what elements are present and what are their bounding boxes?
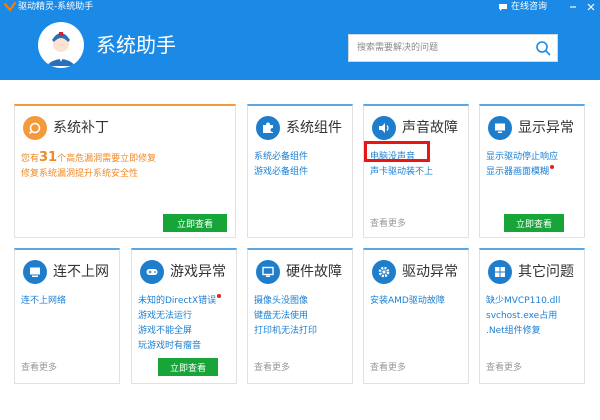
card-title: 驱动异常 [402, 264, 458, 280]
link-directx-error[interactable]: 未知的DirectX错误 [138, 294, 243, 309]
link-amd-driver-fault[interactable]: 安装AMD驱动故障 [370, 294, 475, 309]
card-driver-abnormal: 驱动异常 安装AMD驱动故障 查看更多 [363, 248, 469, 384]
doctor-avatar [38, 22, 84, 68]
online-consult-button[interactable]: 在线咨询 [498, 1, 547, 13]
driver-icon-wrap [372, 260, 396, 284]
patch-description: 您有31个高危漏洞需要立即修复 修复系统漏洞提升系统安全性 [21, 150, 231, 182]
link-printer-fault[interactable]: 打印机无法打印 [254, 324, 359, 339]
display-view-button[interactable]: 立即查看 [504, 214, 564, 232]
display-icon-wrap [488, 116, 512, 140]
card-title: 显示异常 [518, 120, 574, 136]
hardware-view-more[interactable]: 查看更多 [254, 362, 290, 374]
patch-icon-wrap [23, 116, 47, 140]
sound-view-more[interactable]: 查看更多 [370, 218, 406, 230]
patch-desc-line1: 您有31个高危漏洞需要立即修复 [21, 150, 231, 167]
game-links: 未知的DirectX错误 游戏无法运行 游戏不能全屏 玩游戏时有瘤音 [138, 294, 243, 354]
network-view-more[interactable]: 查看更多 [21, 362, 57, 374]
patch-view-button[interactable]: 立即查看 [163, 214, 227, 232]
link-directx-error-label: 未知的DirectX错误 [138, 296, 217, 306]
other-icon-wrap [488, 260, 512, 284]
card-title: 连不上网 [53, 264, 109, 280]
components-icon-wrap [256, 116, 280, 140]
computer-icon [30, 267, 40, 277]
title-bar: 驱动精灵-系统助手 在线咨询 [0, 0, 600, 14]
link-keyboard-fault[interactable]: 键盘无法使用 [254, 309, 359, 324]
link-dotnet-repair[interactable]: .Net组件修复 [486, 324, 591, 339]
gamepad-icon [146, 269, 158, 275]
desc-suffix: 个高危漏洞需要立即修复 [57, 154, 157, 164]
monitor-icon [495, 123, 505, 133]
card-title: 硬件故障 [286, 264, 342, 280]
search-input[interactable] [349, 35, 527, 61]
hardware-monitor-icon [262, 266, 274, 277]
network-links: 连不上网络 [21, 294, 126, 309]
link-missing-mvcp110[interactable]: 缺少MVCP110.dll [486, 294, 591, 309]
link-blurry-screen-label: 显示器画面模糊 [486, 167, 550, 177]
link-game-cannot-run[interactable]: 游戏无法运行 [138, 309, 243, 324]
patch-desc-line2: 修复系统漏洞提升系统安全性 [21, 169, 139, 179]
puzzle-icon [263, 122, 273, 133]
card-sound-fault: 声音故障 电脑没声音 声卡驱动装不上 查看更多 [363, 104, 469, 238]
new-dot-icon [550, 165, 555, 169]
app-logo-icon [4, 2, 16, 12]
window-title: 驱动精灵-系统助手 [18, 2, 94, 12]
link-game-components[interactable]: 游戏必备组件 [254, 165, 359, 180]
link-svchost-usage[interactable]: svchost.exe占用 [486, 309, 591, 324]
card-hardware-fault: 硬件故障 摄像头没图像 键盘无法使用 打印机无法打印 查看更多 [247, 248, 353, 384]
close-icon[interactable] [584, 0, 598, 14]
other-view-more[interactable]: 查看更多 [486, 362, 522, 374]
link-blurry-screen[interactable]: 显示器画面模糊 [486, 165, 591, 180]
driver-view-more[interactable]: 查看更多 [370, 362, 406, 374]
search-box [348, 34, 558, 62]
card-no-network: 连不上网 连不上网络 查看更多 [14, 248, 120, 384]
card-title: 其它问题 [518, 264, 574, 280]
game-icon-wrap [140, 260, 164, 284]
game-view-button[interactable]: 立即查看 [158, 358, 218, 376]
online-consult-label: 在线咨询 [511, 2, 548, 12]
card-title: 声音故障 [402, 120, 458, 136]
chat-bubble-icon [499, 3, 507, 11]
driver-links: 安装AMD驱动故障 [370, 294, 475, 309]
display-links: 显示驱动停止响应 显示器画面模糊 [486, 150, 591, 180]
search-icon[interactable] [535, 40, 551, 56]
desc-prefix: 您有 [21, 154, 40, 164]
link-camera-no-image[interactable]: 摄像头没图像 [254, 294, 359, 309]
link-display-driver-stopped[interactable]: 显示驱动停止响应 [486, 150, 591, 165]
card-display-abnormal: 显示异常 显示驱动停止响应 显示器画面模糊 立即查看 [479, 104, 585, 238]
link-system-components[interactable]: 系统必备组件 [254, 150, 359, 165]
page-title: 系统助手 [96, 33, 176, 57]
link-cannot-connect[interactable]: 连不上网络 [21, 294, 126, 309]
network-icon-wrap [23, 260, 47, 284]
doctor-avatar-icon [39, 23, 83, 67]
wrench-icon [28, 122, 41, 135]
vulnerability-count: 31 [39, 150, 58, 165]
link-sound-driver-install[interactable]: 声卡驱动装不上 [370, 165, 475, 180]
gear-icon [378, 266, 390, 278]
card-system-patch: 系统补丁 您有31个高危漏洞需要立即修复 修复系统漏洞提升系统安全性 立即查看 [14, 104, 236, 238]
hardware-icon-wrap [256, 260, 280, 284]
card-title: 游戏异常 [170, 264, 226, 280]
link-game-noise[interactable]: 玩游戏时有瘤音 [138, 339, 243, 354]
speaker-icon [379, 123, 389, 133]
minimize-icon[interactable] [566, 0, 580, 14]
card-game-abnormal: 游戏异常 未知的DirectX错误 游戏无法运行 游戏不能全屏 玩游戏时有瘤音 … [131, 248, 237, 384]
header: 驱动精灵-系统助手 在线咨询 系统助手 [0, 0, 600, 80]
card-title: 系统补丁 [53, 120, 109, 136]
other-links: 缺少MVCP110.dll svchost.exe占用 .Net组件修复 [486, 294, 591, 339]
windows-logo-icon [495, 267, 505, 277]
link-no-fullscreen[interactable]: 游戏不能全屏 [138, 324, 243, 339]
highlight-annotation-box [364, 141, 430, 162]
hardware-links: 摄像头没图像 键盘无法使用 打印机无法打印 [254, 294, 359, 339]
card-system-components: 系统组件 系统必备组件 游戏必备组件 [247, 104, 353, 238]
sound-icon-wrap [372, 116, 396, 140]
components-links: 系统必备组件 游戏必备组件 [254, 150, 359, 180]
card-title: 系统组件 [286, 120, 342, 136]
new-dot-icon [217, 294, 222, 298]
card-other-issues: 其它问题 缺少MVCP110.dll svchost.exe占用 .Net组件修… [479, 248, 585, 384]
